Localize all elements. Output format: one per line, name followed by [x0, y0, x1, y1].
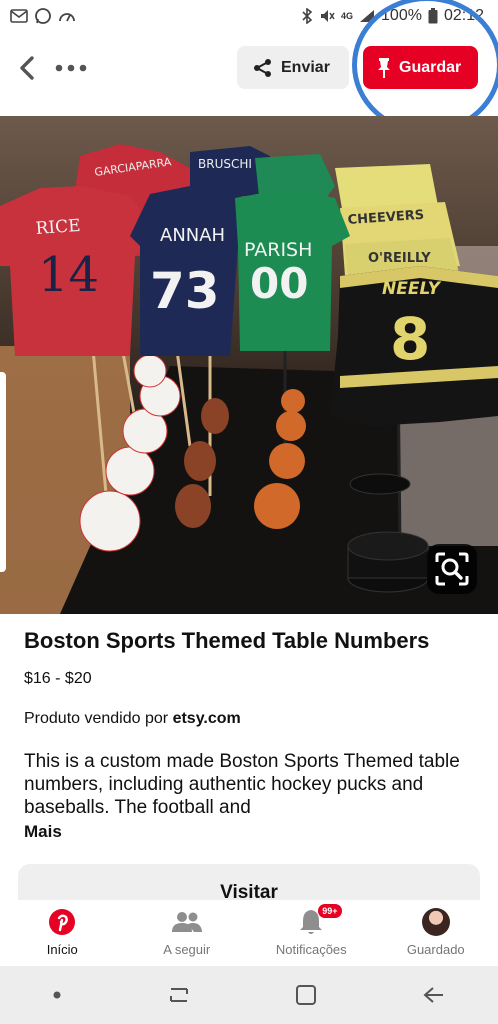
send-button-label: Enviar	[281, 58, 330, 76]
send-button[interactable]: Enviar	[237, 46, 349, 89]
dot-icon[interactable]	[52, 990, 62, 1000]
more-options-icon[interactable]	[54, 60, 88, 76]
pin-photo: GARCIAPARRA BRUSCHI CHEEVERS O'REILLY RI…	[0, 144, 498, 614]
visual-search-button[interactable]	[427, 544, 477, 594]
jersey-number-neely: 8	[390, 305, 430, 373]
nav-saved[interactable]: Guardado	[381, 900, 491, 966]
profile-avatar	[421, 908, 450, 936]
jersey-number-parish: 00	[250, 259, 308, 308]
clock: 02:12	[443, 7, 484, 24]
seller-prefix: Produto vendido por	[24, 710, 169, 727]
notifications-badge: 99+	[318, 904, 342, 918]
battery-percent: 100%	[381, 7, 422, 24]
nav-notifications-label: Notificações	[275, 942, 347, 957]
home-icon[interactable]	[295, 984, 317, 1006]
whatsapp-icon	[35, 8, 51, 24]
save-button-label: Guardar	[399, 58, 462, 76]
jersey-name-annah: ANNAH	[160, 225, 225, 246]
jersey-name-oreilly: O'REILLY	[368, 251, 431, 266]
nav-home-label: Início	[46, 942, 78, 957]
save-button[interactable]: Guardar	[363, 46, 478, 89]
nav-following[interactable]: A seguir	[132, 900, 242, 966]
jersey-name-rice: RICE	[35, 216, 81, 239]
pin-toolbar: Enviar Guardar	[0, 0, 498, 134]
lens-search-icon	[435, 552, 469, 586]
mail-icon	[10, 9, 28, 23]
nav-saved-label: Guardado	[406, 942, 465, 957]
jersey-name-parish: PARISH	[244, 239, 312, 261]
nav-following-label: A seguir	[163, 942, 211, 957]
status-left-icons	[10, 7, 76, 25]
pin-price: $16 - $20	[24, 670, 92, 687]
system-navigation-bar	[0, 966, 498, 1024]
pin-image[interactable]: GARCIAPARRA BRUSCHI CHEEVERS O'REILLY RI…	[0, 116, 498, 614]
pinterest-logo-icon	[49, 909, 76, 935]
nav-notifications[interactable]: 99+ Notificações	[256, 900, 366, 966]
image-left-edge	[0, 372, 6, 572]
battery-icon	[428, 8, 438, 24]
jersey-number-rice: 14	[38, 247, 99, 303]
share-icon	[254, 58, 271, 77]
pin-title: Boston Sports Themed Table Numbers	[24, 628, 430, 653]
jersey-name-bruschi: BRUSCHI	[198, 157, 252, 171]
people-icon	[171, 912, 202, 932]
recent-apps-icon[interactable]	[167, 985, 191, 1005]
jersey-name-neely: NEELY	[382, 279, 442, 299]
seller-link[interactable]: etsy.com	[173, 710, 241, 727]
nav-home[interactable]: Início	[7, 900, 117, 966]
status-right-icons: 4G 100% 02:12	[301, 7, 484, 25]
pin-description: This is a custom made Boston Sports Them…	[24, 751, 460, 818]
bottom-navigation: Início A seguir 99+ Notificações Guardad…	[0, 900, 498, 966]
bluetooth-icon	[302, 8, 313, 24]
speedometer-icon	[59, 13, 75, 22]
back-icon[interactable]	[422, 985, 446, 1005]
seller-line: Produto vendido por etsy.com	[24, 710, 241, 728]
jersey-number-annah: 73	[150, 262, 220, 320]
back-arrow-icon[interactable]	[16, 54, 40, 82]
mute-icon	[321, 10, 335, 22]
more-link[interactable]: Mais	[24, 822, 62, 842]
pushpin-icon	[378, 57, 390, 78]
status-bar: 4G 100% 02:12	[0, 0, 498, 32]
network-type: 4G	[341, 11, 354, 21]
signal-icon	[360, 10, 375, 22]
